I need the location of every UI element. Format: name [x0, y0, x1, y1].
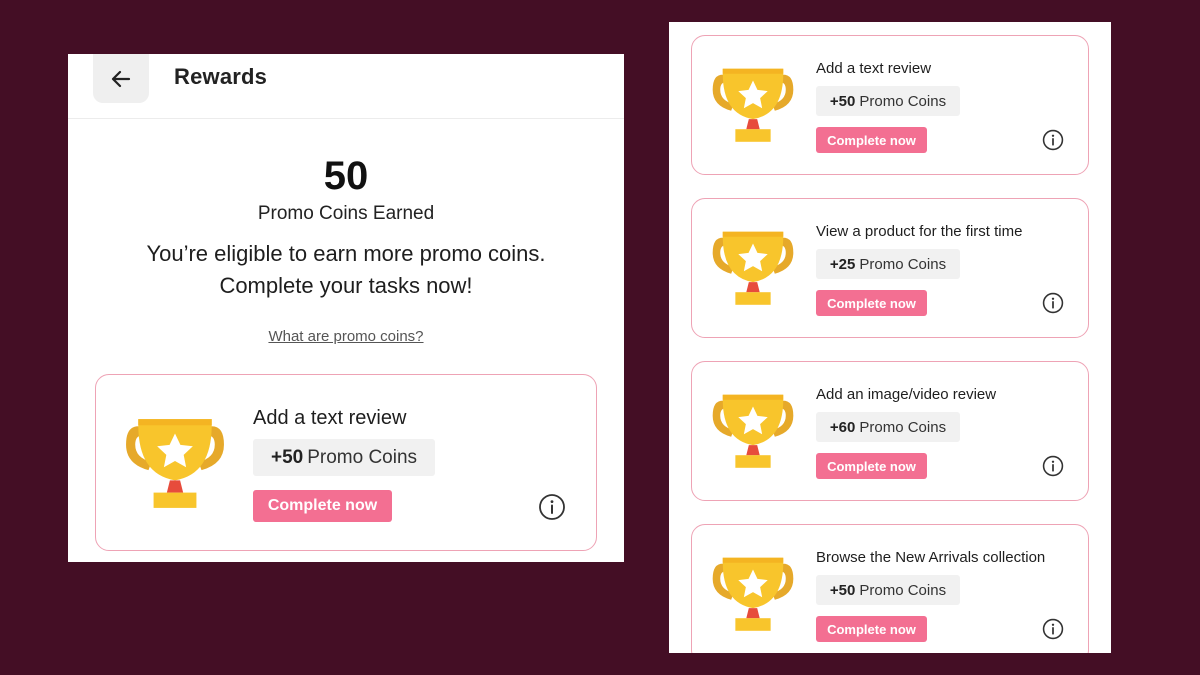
trophy-icon — [711, 62, 795, 146]
featured-task-card: Add a text review +50 Promo Coins Comple… — [95, 374, 597, 551]
task-list-panel: Add a text review +50 Promo Coins Comple… — [669, 22, 1111, 653]
reward-amount: +25 — [829, 255, 856, 273]
reward-unit: Promo Coins — [307, 446, 418, 468]
complete-now-button[interactable]: Complete now — [816, 290, 927, 316]
complete-now-button[interactable]: Complete now — [253, 490, 392, 522]
eligibility-message: You’re eligible to earn more promo coins… — [68, 238, 624, 302]
reward-amount: +50 — [270, 446, 304, 468]
reward-unit: Promo Coins — [859, 418, 947, 436]
task-card: Add a text review +50 Promo Coins Comple… — [691, 35, 1089, 175]
complete-now-button[interactable]: Complete now — [816, 616, 927, 642]
info-icon[interactable] — [1042, 455, 1064, 477]
back-button[interactable] — [93, 54, 149, 103]
info-icon[interactable] — [1042, 129, 1064, 151]
task-reward-badge: +50 Promo Coins — [253, 439, 435, 476]
trophy-icon — [711, 225, 795, 309]
reward-unit: Promo Coins — [859, 581, 947, 599]
task-title: View a product for the first time — [816, 223, 1023, 240]
reward-amount: +50 — [829, 581, 856, 599]
task-reward-badge: +60 Promo Coins — [816, 412, 960, 442]
complete-now-button[interactable]: Complete now — [816, 453, 927, 479]
info-icon[interactable] — [1042, 618, 1064, 640]
info-icon[interactable] — [1042, 292, 1064, 314]
task-title: Add an image/video review — [816, 386, 997, 403]
task-title: Add a text review — [253, 407, 407, 429]
task-reward-badge: +25 Promo Coins — [816, 249, 960, 279]
coin-label: Promo Coins Earned — [257, 203, 435, 224]
arrow-left-icon — [111, 70, 131, 87]
eligibility-line-2: Complete your tasks now! — [219, 273, 473, 298]
reward-unit: Promo Coins — [859, 255, 947, 273]
trophy-icon — [124, 411, 226, 513]
trophy-icon — [711, 388, 795, 472]
coin-count: 50 — [323, 154, 369, 198]
task-card: Add an image/video review +60 Promo Coin… — [691, 361, 1089, 501]
reward-unit: Promo Coins — [859, 92, 947, 110]
rewards-panel: Rewards 50 Promo Coins Earned You’re eli… — [68, 54, 624, 562]
task-reward-badge: +50 Promo Coins — [816, 575, 960, 605]
task-reward-badge: +50 Promo Coins — [816, 86, 960, 116]
promo-info-link[interactable]: What are promo coins? — [268, 328, 423, 345]
promo-info-link-wrap: What are promo coins? — [68, 328, 624, 345]
header-bar: Rewards — [68, 54, 624, 119]
reward-amount: +60 — [829, 418, 856, 436]
task-title: Add a text review — [816, 60, 932, 77]
task-card: Browse the New Arrivals collection +50 P… — [691, 524, 1089, 653]
info-icon[interactable] — [538, 493, 566, 521]
eligibility-line-1: You’re eligible to earn more promo coins… — [146, 241, 546, 266]
trophy-icon — [711, 551, 795, 635]
task-card: View a product for the first time +25 Pr… — [691, 198, 1089, 338]
task-title: Browse the New Arrivals collection — [816, 549, 1046, 566]
page-title: Rewards — [174, 64, 268, 89]
complete-now-button[interactable]: Complete now — [816, 127, 927, 153]
reward-amount: +50 — [829, 92, 856, 110]
